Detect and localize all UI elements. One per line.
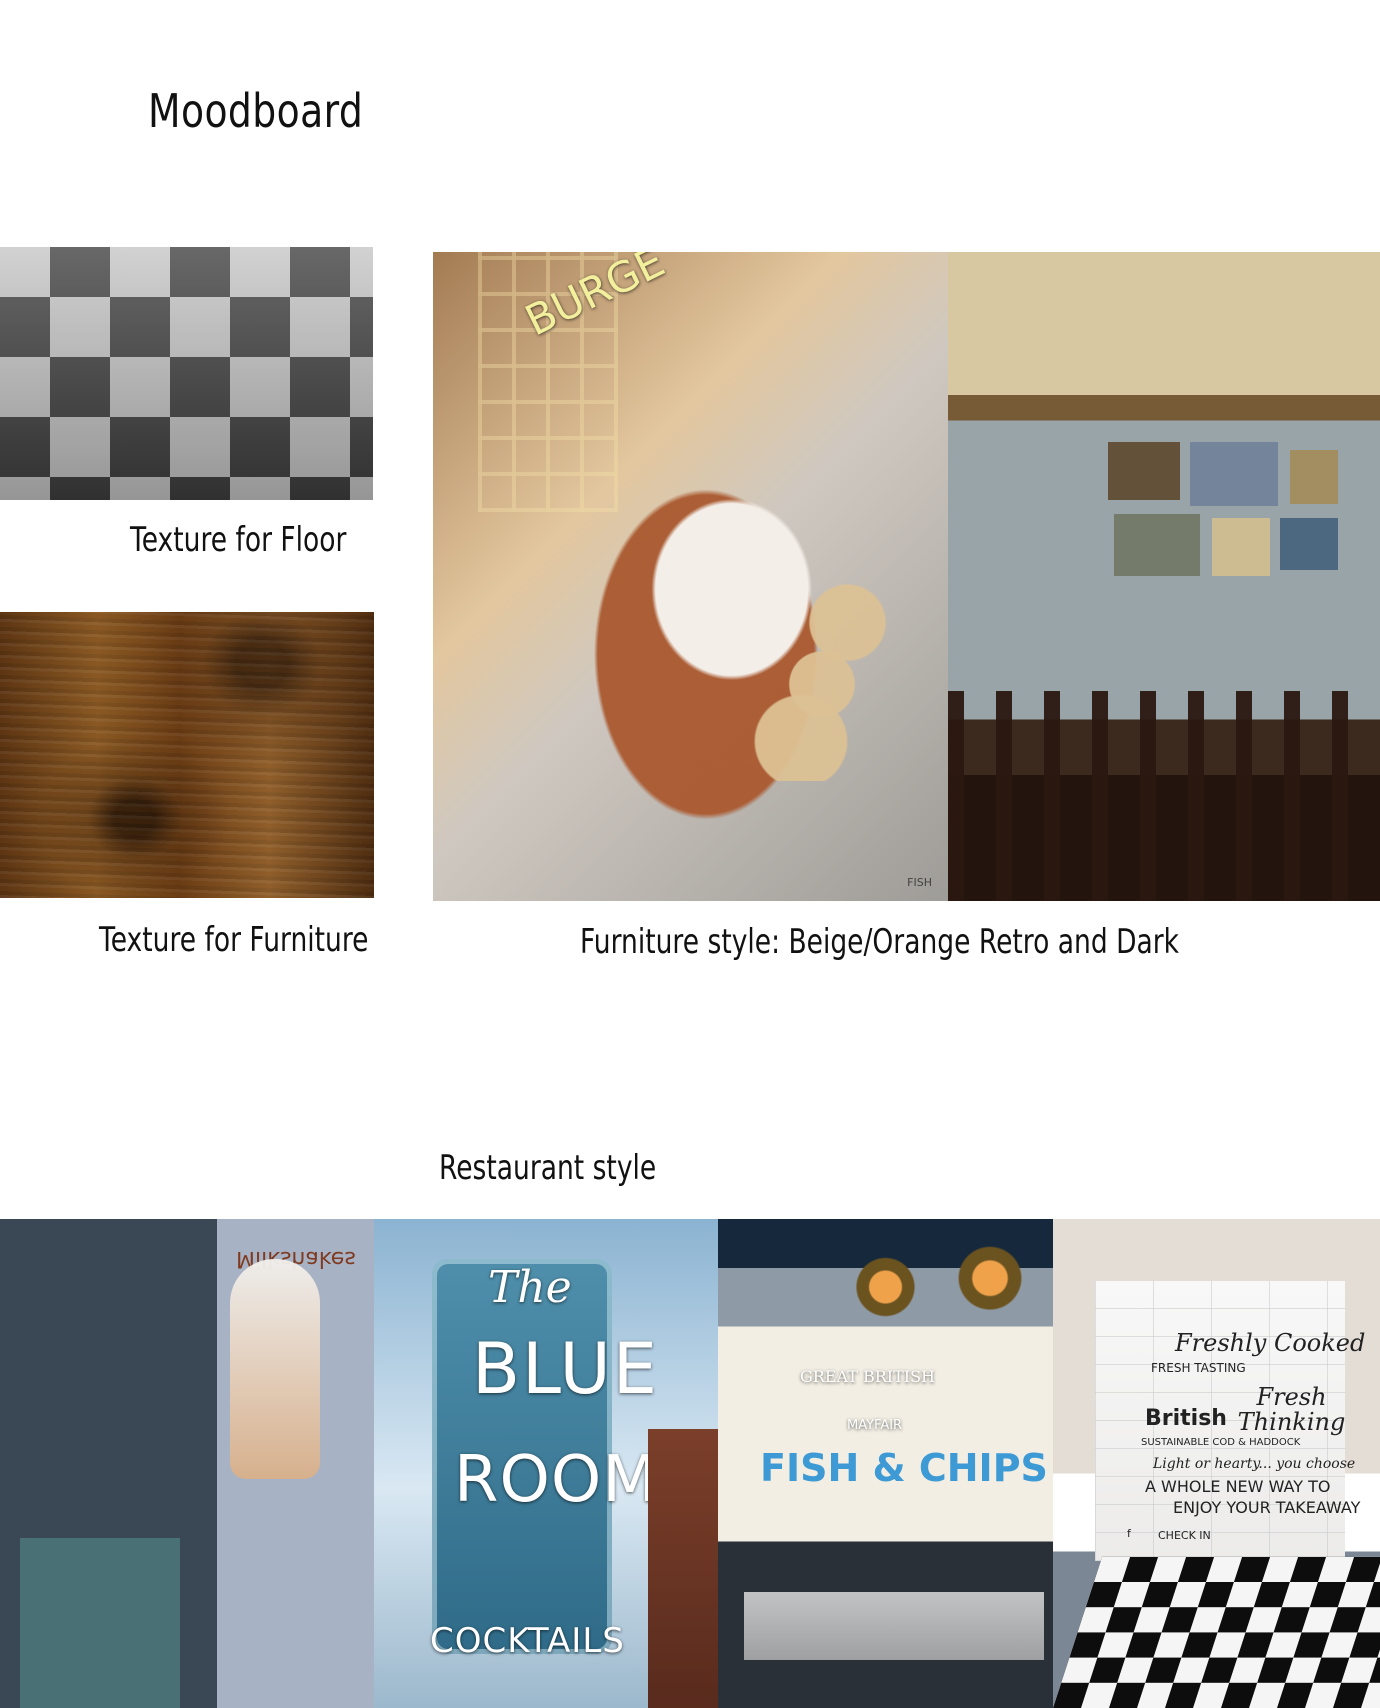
burger-neon-text: BURGE — [517, 252, 673, 346]
furniture-texture-image — [0, 612, 374, 898]
milkshakes-text: Milkshakes — [236, 1246, 356, 1272]
restaurant-style-caption: Restaurant style — [439, 1148, 657, 1188]
restaurant-style-image-2: The BLUE ROOM COCKTAILS — [374, 1219, 718, 1708]
blue-room-line-2: BLUE — [472, 1328, 659, 1410]
blue-room-line-4: COCKTAILS — [430, 1621, 625, 1661]
furniture-style-image-left: BURGE FISH — [433, 252, 948, 901]
mayfair-text: MAYFAIR — [847, 1418, 903, 1433]
blue-room-line-1: The — [488, 1262, 572, 1313]
georges-chellaston-text: GEORGE'S CHELLASTON — [1157, 1556, 1292, 1569]
restaurant-style-image-3: GREAT BRITISH MAYFAIR FISH & CHIPS — [718, 1219, 1053, 1708]
fresh-tasting-text: FRESH TASTING — [1151, 1361, 1246, 1375]
fish-and-chips-text: FISH & CHIPS — [760, 1446, 1048, 1490]
floor-caption: Texture for Floor — [130, 520, 347, 560]
blue-room-line-3: ROOM — [454, 1443, 659, 1517]
restaurant-style-image-4: Freshly Cooked FRESH TASTING Fresh Think… — [1053, 1219, 1380, 1708]
takeaway-text: ENJOY YOUR TAKEAWAY — [1173, 1498, 1361, 1517]
furniture-texture-caption: Texture for Furniture — [99, 920, 369, 960]
british-text: British — [1145, 1406, 1227, 1431]
fish-icon: FISH — [907, 876, 932, 889]
fish-watermark-text: FISH — [907, 876, 932, 889]
restaurant-style-image-1: Milkshakes — [0, 1219, 374, 1708]
sustainable-text: SUSTAINABLE COD & HADDOCK — [1141, 1437, 1301, 1448]
fresh-thinking-text: Fresh Thinking — [1237, 1383, 1346, 1437]
floor-texture-image — [0, 247, 373, 500]
check-in-text: CHECK IN — [1158, 1529, 1211, 1542]
furniture-style-caption: Furniture style: Beige/Orange Retro and … — [580, 922, 1180, 962]
light-or-hearty-text: Light or hearty... you choose — [1153, 1456, 1356, 1472]
facebook-icon: f — [1127, 1527, 1131, 1540]
whole-new-way-text: A WHOLE NEW WAY TO — [1145, 1477, 1331, 1496]
furniture-style-image-right — [948, 252, 1380, 901]
page-title: Moodboard — [148, 84, 364, 138]
freshly-cooked-text: Freshly Cooked — [1175, 1329, 1366, 1357]
great-british-text: GREAT BRITISH — [800, 1367, 935, 1386]
